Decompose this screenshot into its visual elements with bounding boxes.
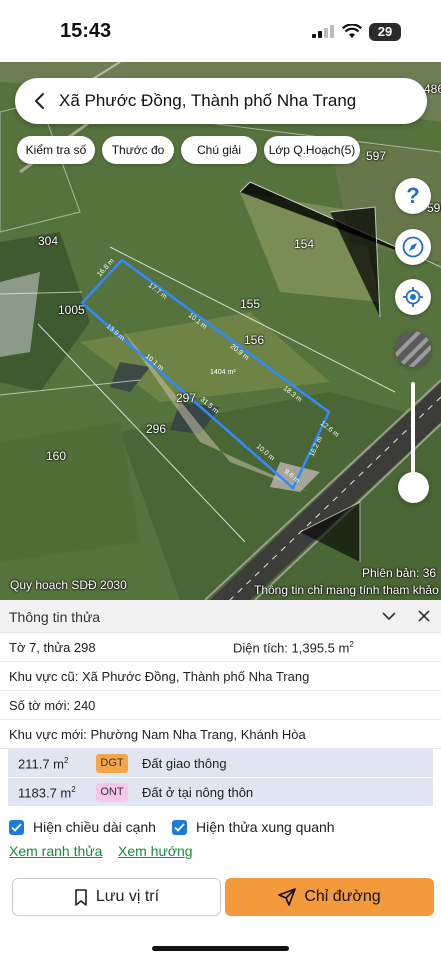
directions-button[interactable]: Chỉ đường [225, 878, 434, 916]
layer-stripes-icon [395, 331, 431, 367]
new-region-row: Khu vực mới: Phường Nam Nha Trang, Khánh… [0, 720, 441, 749]
parcel-number: 597 [366, 149, 387, 163]
parcel-number: 156 [244, 333, 265, 347]
land-use-row: 1183.7 m2 ONT Đất ở tại nông thôn [8, 778, 433, 807]
show-edge-lengths-toggle[interactable]: Hiện chiều dài cạnh [9, 817, 156, 837]
parcel-row: Tờ 7, thửa 298 Diện tích: 1,395.5 m2 [0, 633, 441, 662]
locate-icon [403, 287, 423, 307]
compass-button[interactable] [395, 229, 431, 265]
checkbox-checked-icon[interactable] [172, 819, 187, 835]
parcel-number: 155 [240, 297, 261, 311]
question-icon: ? [406, 183, 420, 208]
parcel-number: 304 [38, 234, 59, 248]
show-neighbor-parcels-toggle[interactable]: Hiện thửa xung quanh [172, 817, 335, 837]
status-bar: 15:43 29 [0, 0, 441, 62]
send-arrow-icon [278, 888, 297, 906]
parcel-number: 154 [294, 237, 315, 251]
map-layer-label: Quy hoạch SDĐ 2030 [10, 578, 127, 592]
parcel-number: 296 [146, 422, 167, 436]
new-sheet-number: Số tờ mới: 240 [9, 698, 96, 713]
map-disclaimer: Thông tin chỉ mang tính tham khảo [254, 583, 439, 597]
area-value: Diện tích: 1,395.5 m [233, 640, 350, 656]
home-indicator [152, 946, 289, 951]
battery-icon: 29 [369, 23, 401, 41]
show-neighbor-parcels-label: Hiện thửa xung quanh [196, 819, 335, 835]
wifi-icon [342, 24, 362, 38]
back-arrow-icon[interactable] [29, 91, 49, 111]
compass-icon [402, 236, 424, 258]
parcel-area-label: 1404 m² [210, 369, 236, 376]
chip-measure[interactable]: Thước đo [102, 136, 174, 164]
land-use-row: 211.7 m2 DGT Đất giao thông [8, 749, 433, 778]
status-time: 15:43 [60, 20, 112, 42]
land-use-area: 1183.7 m2 [18, 785, 76, 800]
land-use-area: 211.7 m2 [18, 756, 68, 771]
parcel-number: 160 [46, 449, 67, 463]
view-boundary-link[interactable]: Xem ranh thửa [9, 843, 102, 859]
map-version-label: Phiên bản: 36 [362, 566, 437, 580]
collapse-chevron-icon[interactable] [381, 610, 397, 622]
checkbox-checked-icon[interactable] [9, 819, 24, 835]
parcel-number: 1005 [58, 303, 85, 317]
land-use-code-badge: ONT [96, 783, 128, 802]
bookmark-icon [75, 888, 87, 906]
sheet-parcel-number: Tờ 7, thửa 298 [9, 640, 96, 655]
sheet-header: Thông tin thửa [0, 600, 441, 633]
help-button[interactable]: ? [395, 178, 431, 214]
save-location-button[interactable]: Lưu vị trí [12, 878, 221, 916]
land-use-area-sup: 2 [64, 756, 69, 765]
directions-label: Chỉ đường [304, 888, 381, 905]
my-location-button[interactable] [395, 279, 431, 315]
land-use-area-value: 211.7 m [18, 756, 65, 772]
land-use-code-badge: DGT [96, 754, 128, 773]
land-use-table: 211.7 m2 DGT Đất giao thông 1183.7 m2 ON… [8, 749, 433, 807]
search-bar[interactable]: Xã Phước Đồng, Thành phố Nha Trang [15, 78, 427, 124]
close-icon[interactable] [418, 610, 430, 622]
land-use-area-value: 1183.7 m [18, 785, 72, 801]
location-title: Xã Phước Đồng, Thành phố Nha Trang [59, 91, 357, 110]
land-use-description: Đất giao thông [142, 756, 227, 771]
chip-check-number[interactable]: Kiểm tra số [17, 136, 95, 164]
show-edge-lengths-label: Hiện chiều dài cạnh [33, 819, 156, 835]
new-region: Khu vực mới: Phường Nam Nha Trang, Khánh… [9, 727, 306, 742]
sheet-title: Thông tin thửa [9, 609, 101, 625]
old-region: Khu vực cũ: Xã Phước Đồng, Thành phố Nha… [9, 669, 310, 684]
old-region-row: Khu vực cũ: Xã Phước Đồng, Thành phố Nha… [0, 662, 441, 691]
land-use-description: Đất ở tại nông thôn [142, 785, 254, 800]
area-unit-sup: 2 [349, 640, 354, 649]
save-location-label: Lưu vị trí [95, 888, 160, 905]
view-direction-link[interactable]: Xem hướng [118, 843, 193, 859]
opacity-slider-knob[interactable] [398, 472, 429, 503]
land-use-area-sup: 2 [71, 785, 76, 794]
chip-planning-layers[interactable]: Lớp Q.Hoạch(5) [264, 136, 360, 164]
parcel-number: 486 [424, 82, 441, 96]
cellular-signal-icon [312, 25, 334, 38]
new-sheet-row: Số tờ mới: 240 [0, 691, 441, 720]
parcel-area: Diện tích: 1,395.5 m2 [233, 640, 354, 655]
chip-legend[interactable]: Chú giải [181, 136, 257, 164]
map-layer-button[interactable] [395, 331, 431, 367]
parcel-number: 297 [176, 391, 197, 405]
